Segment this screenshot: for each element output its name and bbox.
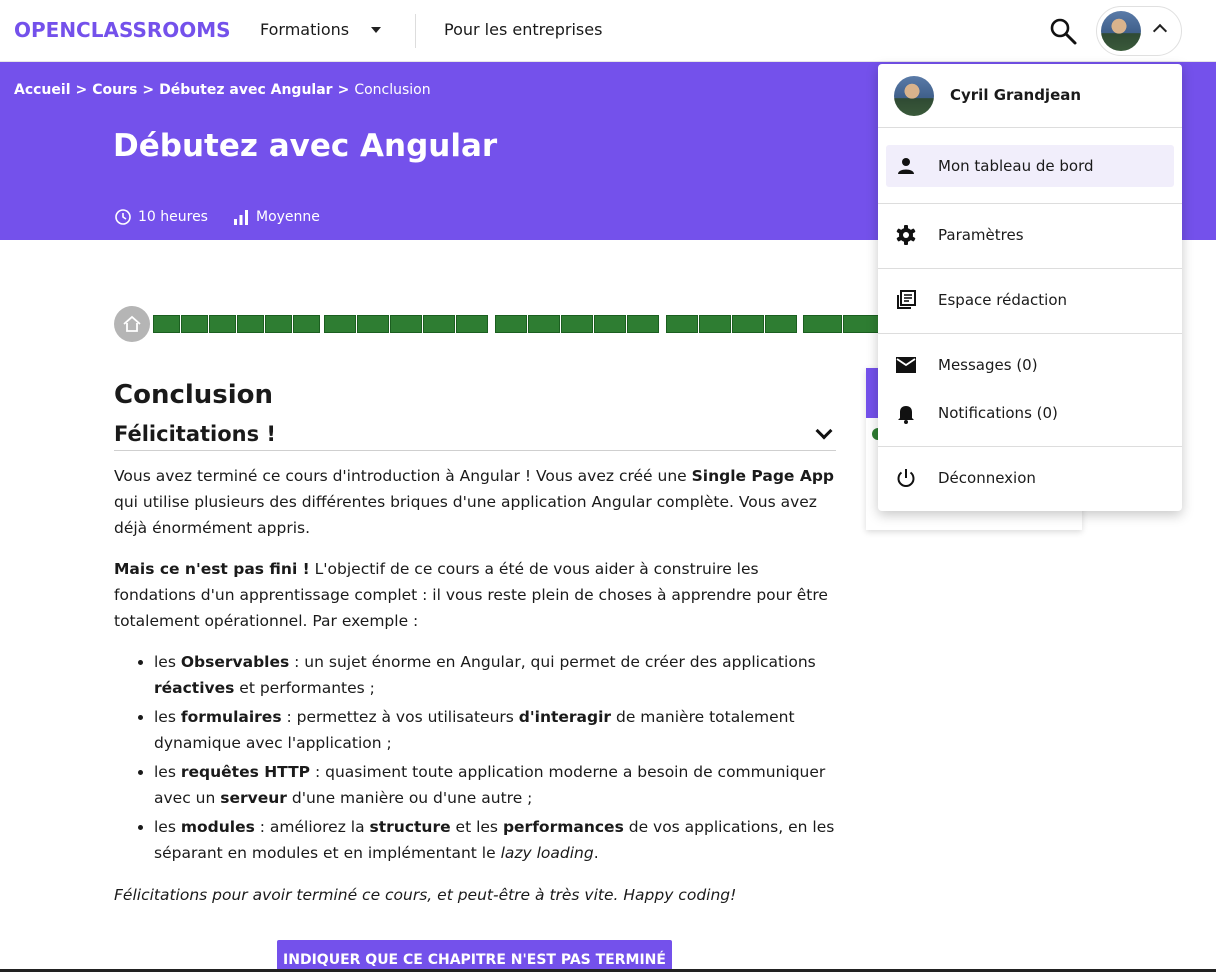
menu-item-logout[interactable]: Déconnexion: [886, 457, 1174, 499]
menu-item-label: Déconnexion: [938, 469, 1036, 487]
mail-icon: [894, 353, 918, 377]
chapter-title: Conclusion: [114, 380, 274, 410]
progress-segment[interactable]: [666, 315, 698, 333]
person-icon: [894, 154, 918, 178]
dropdown-user-header: Cyril Grandjean: [878, 64, 1182, 128]
course-duration: 10 heures: [138, 209, 208, 225]
nav-formations-label: Formations: [260, 20, 350, 39]
progress-part[interactable]: [666, 315, 797, 333]
menu-divider: [878, 268, 1182, 269]
progress-segment[interactable]: [423, 315, 455, 333]
breadcrumb-separator: >: [337, 82, 350, 98]
menu-item-settings[interactable]: Paramètres: [886, 214, 1174, 256]
menu-item-messages[interactable]: Messages (0): [886, 344, 1174, 386]
menu-item-label: Messages (0): [938, 356, 1038, 374]
breadcrumb: Accueil > Cours > Débutez avec Angular > Concl…: [14, 82, 431, 98]
bell-icon: [894, 401, 918, 425]
closing-text: Félicitations pour avoir terminé ce cour…: [114, 886, 737, 904]
nav-formations-menu[interactable]: Formations: [260, 20, 382, 39]
breadcrumb-current: Conclusion: [354, 82, 431, 98]
user-name: Cyril Grandjean: [950, 86, 1082, 104]
paragraph: Vous avez terminé ce cours d'introductio…: [114, 463, 836, 541]
nav-entreprises-link[interactable]: Pour les entreprises: [444, 20, 602, 39]
progress-segment[interactable]: [153, 315, 180, 333]
text: qui utilise plusieurs des différentes br…: [114, 493, 817, 537]
search-button[interactable]: [1048, 16, 1078, 46]
menu-item-label: Paramètres: [938, 226, 1024, 244]
progress-part[interactable]: [324, 315, 488, 333]
chevron-down-icon[interactable]: [815, 422, 833, 440]
search-icon: [1050, 18, 1077, 45]
user-dropdown-menu: Cyril Grandjean Mon tableau de bord Para…: [878, 64, 1182, 511]
menu-item-notifications[interactable]: Notifications (0): [886, 392, 1174, 434]
course-title: Débutez avec Angular: [113, 128, 498, 164]
user-menu-button[interactable]: [1096, 6, 1182, 56]
menu-item-redaction[interactable]: Espace rédaction: [886, 279, 1174, 321]
library-books-icon: [894, 288, 918, 312]
progress-segment[interactable]: [843, 315, 882, 333]
progress-segment[interactable]: [594, 315, 626, 333]
list-item: les requêtes HTTP : quasiment toute appl…: [154, 759, 836, 811]
course-difficulty: Moyenne: [255, 209, 320, 225]
progress-segment[interactable]: [357, 315, 389, 333]
avatar: [894, 76, 934, 116]
progress-segment[interactable]: [561, 315, 593, 333]
bold-text: Mais ce n'est pas fini !: [114, 560, 310, 578]
progress-part[interactable]: [153, 315, 320, 333]
menu-item-label: Espace rédaction: [938, 291, 1068, 309]
progress-segment[interactable]: [528, 315, 560, 333]
breadcrumb-separator: >: [142, 82, 155, 98]
breadcrumb-cours[interactable]: Cours: [92, 82, 137, 98]
course-meta: 10 heures Moyenne: [114, 208, 320, 226]
bar-chart-icon: [233, 210, 248, 225]
progress-segment[interactable]: [181, 315, 208, 333]
section-header[interactable]: Félicitations !: [114, 422, 836, 451]
breadcrumb-separator: >: [75, 82, 88, 98]
progress-segment[interactable]: [627, 315, 659, 333]
progress-segment[interactable]: [265, 315, 292, 333]
menu-item-dashboard[interactable]: Mon tableau de bord: [886, 145, 1174, 187]
avatar: [1101, 11, 1141, 51]
progress-segment[interactable]: [699, 315, 731, 333]
progress-segment[interactable]: [390, 315, 422, 333]
clock-icon: [115, 209, 131, 225]
progress-segment[interactable]: [803, 315, 842, 333]
chevron-up-icon: [1152, 23, 1168, 39]
menu-divider: [878, 203, 1182, 204]
course-home-button[interactable]: [114, 306, 150, 342]
course-progress-bar: [114, 306, 922, 342]
breadcrumb-accueil[interactable]: Accueil: [14, 82, 71, 98]
progress-segment[interactable]: [732, 315, 764, 333]
menu-item-label: Notifications (0): [938, 404, 1058, 422]
progress-segment[interactable]: [293, 315, 320, 333]
list-item: les Observables : un sujet énorme en Ang…: [154, 649, 836, 701]
menu-item-label: Mon tableau de bord: [938, 157, 1094, 175]
section-title: Félicitations !: [114, 422, 276, 446]
list-item: les modules : améliorez la structure et …: [154, 814, 836, 866]
examples-list: les Observables : un sujet énorme en Ang…: [154, 649, 836, 866]
breadcrumb-course[interactable]: Débutez avec Angular: [159, 82, 333, 98]
progress-segment[interactable]: [324, 315, 356, 333]
menu-divider: [878, 446, 1182, 447]
progress-segment[interactable]: [237, 315, 264, 333]
chapter-content: Conclusion Félicitations ! Vous avez ter…: [114, 380, 836, 908]
gear-icon: [894, 223, 918, 247]
home-icon: [123, 315, 141, 332]
top-navbar: OPENCLASSROOMS Formations Pour les entre…: [0, 0, 1216, 62]
bold-text: Single Page App: [691, 467, 835, 485]
caret-down-icon: [371, 26, 382, 33]
openclassrooms-logo[interactable]: OPENCLASSROOMS: [14, 18, 231, 42]
nav-divider: [415, 14, 416, 48]
menu-divider: [878, 333, 1182, 334]
paragraph: Mais ce n'est pas fini ! L'objectif de c…: [114, 556, 836, 634]
list-item: les formulaires : permettez à vos utilis…: [154, 704, 836, 756]
progress-segment[interactable]: [456, 315, 488, 333]
power-icon: [894, 466, 918, 490]
progress-segment[interactable]: [495, 315, 527, 333]
progress-part[interactable]: [495, 315, 659, 333]
text: Vous avez terminé ce cours d'introductio…: [114, 467, 692, 485]
progress-segment[interactable]: [765, 315, 797, 333]
mark-not-done-button[interactable]: INDIQUER QUE CE CHAPITRE N'EST PAS TERMI…: [277, 940, 672, 972]
progress-segment[interactable]: [209, 315, 236, 333]
